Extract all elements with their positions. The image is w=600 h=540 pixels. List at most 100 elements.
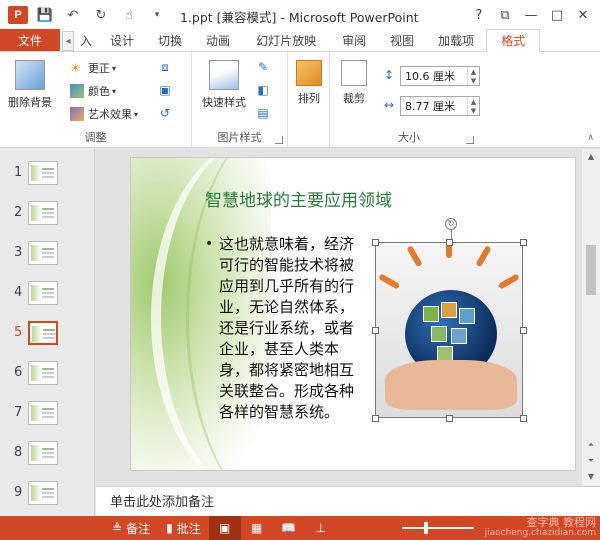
touch-mode-icon[interactable]: ☝ — [118, 4, 140, 26]
tab-view[interactable]: 视图 — [378, 29, 426, 51]
notes-toggle-button[interactable]: ≜ 备注 — [104, 516, 158, 540]
previous-slide-icon[interactable]: ⏶ — [582, 437, 600, 453]
artistic-effects-button[interactable]: 艺术效果 ▾ — [70, 104, 138, 124]
notes-icon: ≜ — [112, 521, 123, 535]
color-button[interactable]: 颜色 ▾ — [70, 81, 116, 101]
tab-addins[interactable]: 加载项 — [426, 29, 486, 51]
tab-design[interactable]: 设计 — [98, 29, 146, 51]
tab-file[interactable]: 文件 — [0, 29, 60, 51]
slide-thumbnail-image-selected — [28, 321, 58, 345]
zoom-slider-knob[interactable] — [424, 522, 428, 534]
height-spinner-icon[interactable]: ▲ ▼ — [467, 67, 479, 85]
help-button[interactable]: ? — [468, 4, 490, 26]
tab-insert[interactable]: 入 — [74, 29, 98, 51]
collapse-ribbon-icon[interactable]: ∧ — [587, 133, 594, 143]
width-spinner-icon[interactable]: ▲ ▼ — [467, 97, 479, 115]
resize-handle-top-left[interactable] — [372, 239, 379, 246]
resize-handle-bottom[interactable] — [446, 415, 453, 422]
height-icon: ↕ — [383, 68, 395, 82]
notes-placeholder: 单击此处添加备注 — [110, 495, 215, 510]
slide-thumbnail-image — [28, 281, 58, 305]
slide-thumbnail-image — [28, 201, 58, 225]
quick-styles-icon — [209, 60, 239, 90]
maximize-button[interactable]: □ — [546, 4, 568, 26]
resize-handle-bottom-left[interactable] — [372, 415, 379, 422]
slide-show-button[interactable]: ⊥ — [305, 516, 337, 540]
resize-handle-left[interactable] — [372, 327, 379, 334]
picture-styles-launcher-icon[interactable] — [275, 136, 283, 144]
width-input[interactable]: 8.77 厘米 ▲ ▼ — [400, 96, 480, 116]
picture-border-icon[interactable]: ✎ — [254, 58, 272, 76]
height-input[interactable]: 10.6 厘米 ▲ ▼ — [400, 66, 480, 86]
ribbon-display-options-button[interactable]: ⧉ — [494, 4, 516, 26]
bullet-marker: • — [205, 236, 214, 252]
notes-pane[interactable]: 单击此处添加备注 — [96, 486, 600, 516]
redo-icon[interactable]: ↻ — [90, 4, 112, 26]
reset-picture-icon[interactable]: ↺ — [156, 104, 174, 122]
tab-transitions[interactable]: 切换 — [146, 29, 194, 51]
resize-handle-top[interactable] — [446, 239, 453, 246]
close-button[interactable]: ✕ — [572, 4, 594, 26]
comments-toggle-button[interactable]: ▮ 批注 — [158, 516, 209, 540]
reading-view-icon: 📖 — [281, 521, 297, 535]
thumbnail-slide-1[interactable]: 1 — [0, 159, 95, 189]
slide-title[interactable]: 智慧地球的主要应用领域 — [205, 186, 392, 211]
crop-button[interactable]: 裁剪 — [336, 60, 372, 106]
rotate-handle-icon[interactable]: ↻ — [445, 218, 457, 230]
quick-styles-button[interactable]: 快速样式 — [196, 60, 252, 110]
scrollbar-thumb[interactable] — [586, 245, 596, 295]
minimize-button[interactable]: — — [520, 4, 542, 26]
picture-effects-icon[interactable]: ◧ — [254, 81, 272, 99]
arrange-button[interactable]: 排列 — [292, 60, 326, 106]
tab-format[interactable]: 格式 — [486, 29, 541, 52]
normal-view-button[interactable]: ▣ — [208, 516, 241, 540]
scroll-up-icon[interactable]: ▲ — [582, 149, 600, 165]
vertical-scrollbar[interactable]: ▲ ⏶ ⏷ ▼ — [582, 149, 600, 485]
thumbnail-slide-2[interactable]: 2 — [0, 199, 95, 229]
resize-handle-top-right[interactable] — [520, 239, 527, 246]
tab-slideshow[interactable]: 幻灯片放映 — [242, 29, 330, 51]
tab-review[interactable]: 审阅 — [330, 29, 378, 51]
thumbnail-slide-7[interactable]: 7 — [0, 399, 95, 429]
slide-thumbnail-image — [28, 361, 58, 385]
save-icon[interactable]: 💾 — [34, 4, 56, 26]
reading-view-button[interactable]: 📖 — [273, 516, 305, 540]
slide-thumbnail-image — [28, 481, 58, 505]
zoom-slider[interactable] — [402, 522, 474, 534]
slide-editing-area: 智慧地球的主要应用领域 • 这也就意味着，经济可行的智能技术将被应用到几乎所有的… — [96, 149, 600, 485]
thumbnail-slide-3[interactable]: 3 — [0, 239, 95, 269]
remove-background-button[interactable]: 删除背景 — [4, 60, 56, 110]
thumbnail-slide-8[interactable]: 8 — [0, 439, 95, 469]
remove-background-icon — [15, 60, 45, 90]
size-launcher-icon[interactable] — [466, 136, 474, 144]
color-icon — [70, 84, 84, 98]
group-label-picture-styles: 图片样式 — [217, 131, 262, 144]
compress-pictures-icon[interactable]: ⧈ — [156, 58, 174, 76]
thumbnail-slide-4[interactable]: 4 — [0, 279, 95, 309]
slide-sorter-icon: ▦ — [251, 521, 263, 535]
slide-body-text[interactable]: 这也就意味着，经济可行的智能技术将被应用到几乎所有的行业，无论自然体系，还是行业… — [219, 234, 367, 423]
slide-thumbnail-image — [28, 441, 58, 465]
thumbnail-slide-6[interactable]: 6 — [0, 359, 95, 389]
thumbnail-slide-5[interactable]: 5 — [0, 319, 95, 349]
slide-canvas[interactable]: 智慧地球的主要应用领域 • 这也就意味着，经济可行的智能技术将被应用到几乎所有的… — [130, 157, 576, 471]
tab-scroll-left-icon[interactable]: ◂ — [62, 31, 74, 51]
scroll-down-icon[interactable]: ▼ — [582, 469, 600, 485]
change-picture-icon[interactable]: ▣ — [156, 81, 174, 99]
thumbnail-slide-9[interactable]: 9 — [0, 479, 95, 509]
corrections-button[interactable]: ☀ 更正 ▾ — [70, 58, 116, 78]
arrange-icon — [296, 60, 322, 86]
tab-animations[interactable]: 动画 — [194, 29, 242, 51]
normal-view-icon: ▣ — [219, 521, 231, 535]
undo-icon[interactable]: ↶ — [62, 4, 84, 26]
picture-layout-icon[interactable]: ▤ — [254, 104, 272, 122]
slide-sorter-view-button[interactable]: ▦ — [241, 516, 273, 540]
crop-icon — [341, 60, 367, 86]
group-picture-styles: 快速样式 ✎ ◧ ▤ 图片样式 — [192, 52, 288, 148]
resize-handle-bottom-right[interactable] — [520, 415, 527, 422]
group-arrange: 排列 — [288, 52, 330, 148]
next-slide-icon[interactable]: ⏷ — [582, 453, 600, 469]
customize-quick-access-icon[interactable]: ▾ — [146, 4, 168, 26]
resize-handle-right[interactable] — [520, 327, 527, 334]
group-label-size: 大小 — [398, 131, 420, 144]
